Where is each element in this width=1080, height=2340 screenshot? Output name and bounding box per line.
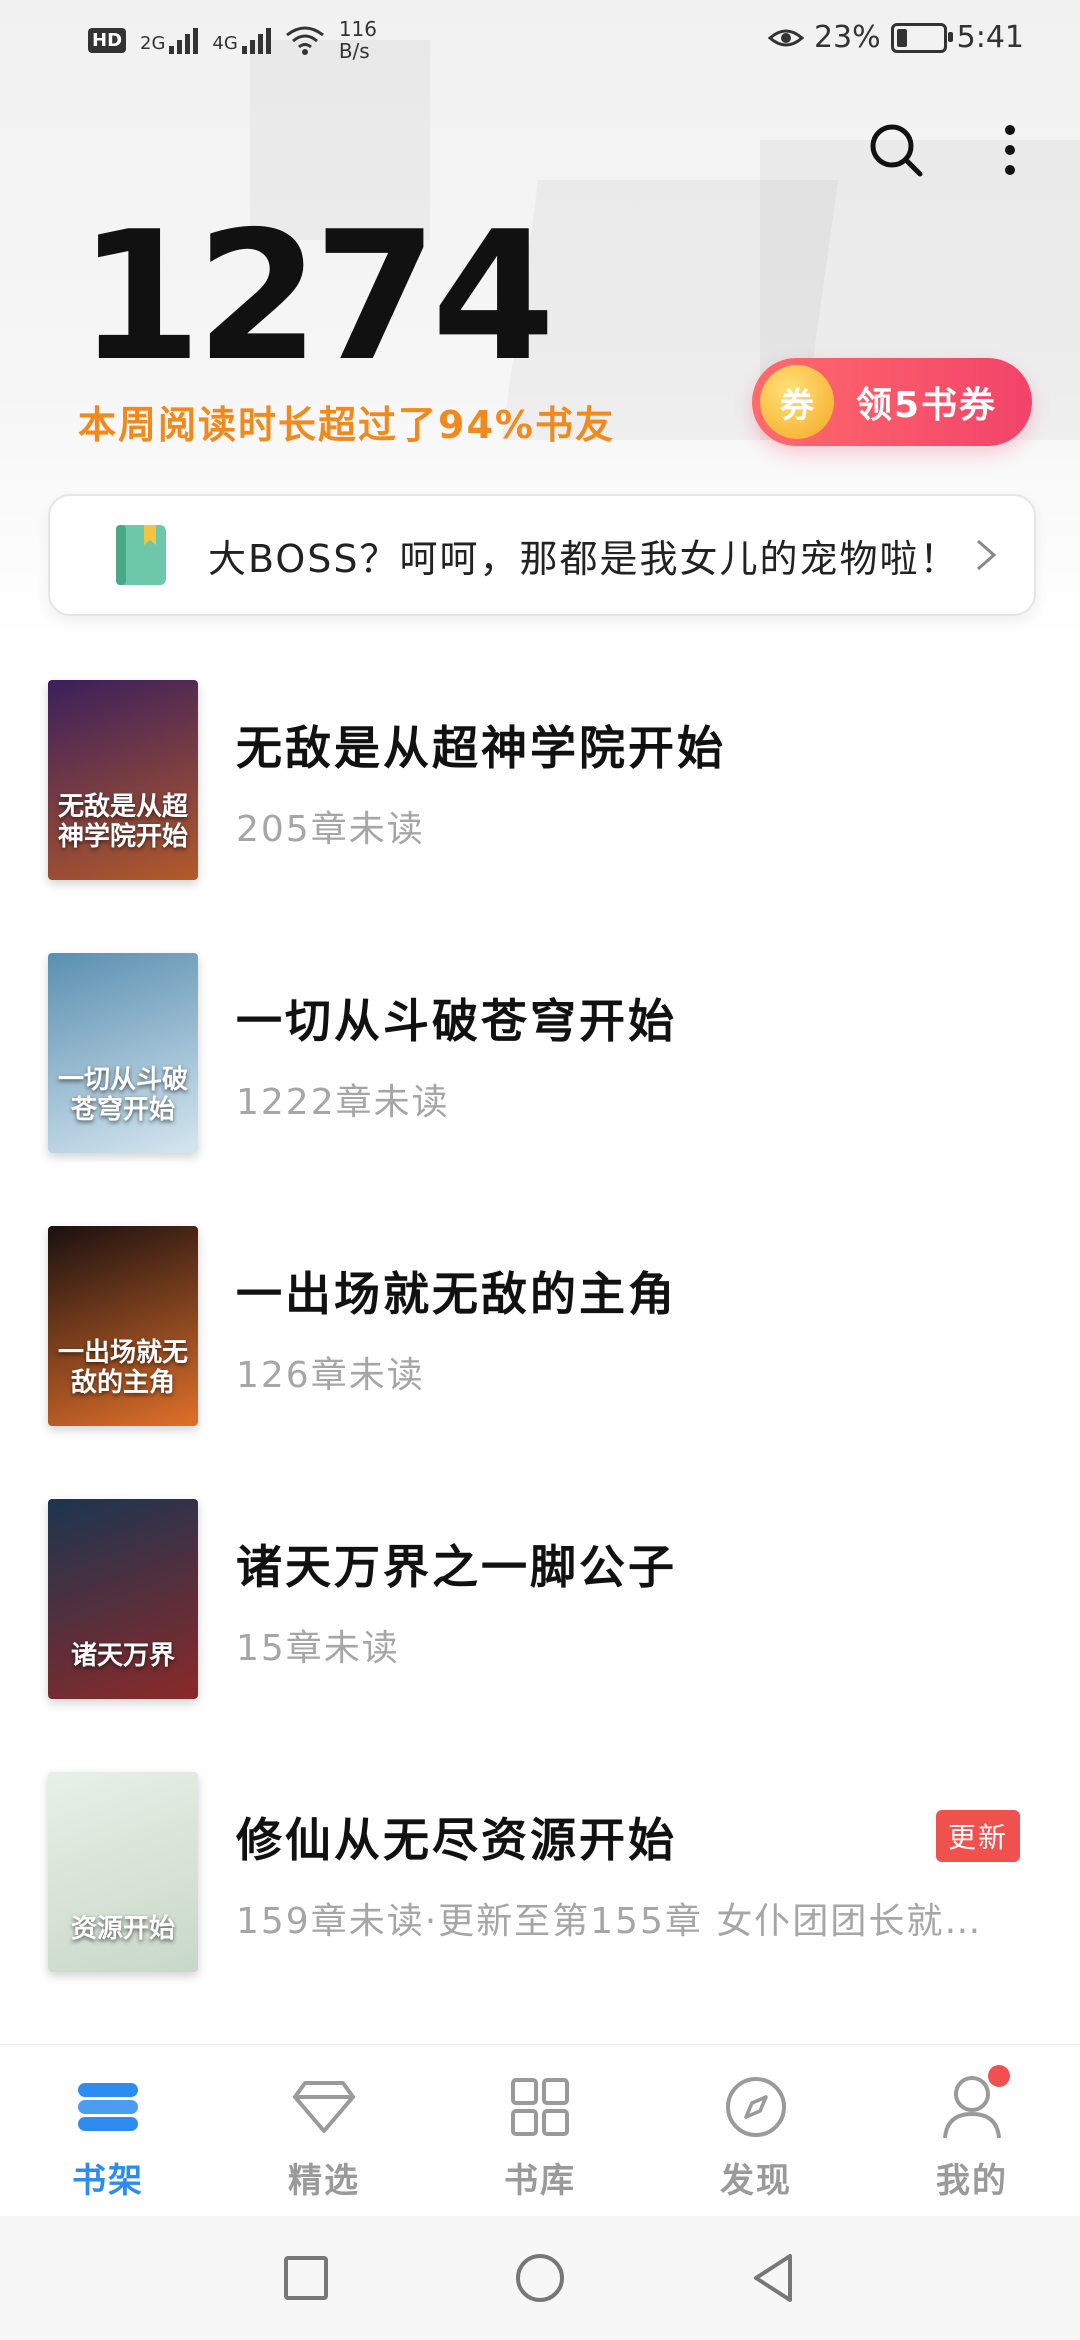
book-title: 一切从斗破苍穹开始: [236, 994, 677, 1048]
book-unread-info: 159章未读·更新至第155章 女仆团团长就…: [236, 1901, 983, 1942]
book-item[interactable]: 诸天万界 诸天万界之一脚公子 15章未读: [0, 1491, 1080, 1764]
book-cover[interactable]: 一切从斗破苍穹开始: [48, 953, 198, 1153]
bookmark-book-icon: [116, 525, 166, 585]
continue-reading-text: 大BOSS？呵呵，那都是我女儿的宠物啦！: [208, 536, 960, 581]
search-icon: [870, 124, 923, 177]
grid-icon: [504, 2071, 576, 2143]
chevron-right-icon: [977, 539, 997, 571]
tab-bookshelf[interactable]: 书架: [0, 2045, 216, 2217]
tab-label: 我的: [936, 2161, 1008, 2201]
book-title: 无敌是从超神学院开始: [236, 721, 726, 775]
notification-dot: [988, 2065, 1010, 2087]
battery-percent: 23%: [813, 20, 881, 55]
update-badge: 更新: [935, 1810, 1020, 1862]
tab-label: 书架: [72, 2161, 144, 2201]
book-item[interactable]: 一切从斗破苍穹开始 一切从斗破苍穹开始 1222章未读: [0, 945, 1080, 1218]
book-unread-info: 1222章未读: [236, 1082, 450, 1123]
continue-reading-card[interactable]: 大BOSS？呵呵，那都是我女儿的宠物啦！: [48, 494, 1036, 616]
hd-indicator: HD: [88, 27, 127, 53]
book-item[interactable]: 资源开始 修仙从无尽资源开始 159章未读·更新至第155章 女仆团团长就… 更…: [0, 1764, 1080, 2037]
compass-icon: [720, 2071, 792, 2143]
book-cover-title: 诸天万界: [70, 1641, 175, 1671]
book-title: 修仙从无尽资源开始: [236, 1813, 677, 1867]
signal-bars-icon: [169, 26, 199, 54]
book-title: 一出场就无敌的主角: [236, 1267, 677, 1321]
battery-icon: [890, 22, 953, 53]
book-cover-title: 一切从斗破苍穹开始: [57, 1065, 188, 1125]
status-bar: HD 2G 4G 116 B/s 23% 5:41: [0, 0, 1080, 80]
more-vertical-icon: [1005, 125, 1015, 175]
book-unread-info: 15章未读: [236, 1628, 400, 1669]
tab-me[interactable]: 我的: [864, 2045, 1080, 2217]
tab-label: 书库: [504, 2161, 576, 2201]
coupon-icon: 券: [760, 365, 834, 439]
tab-featured[interactable]: 精选: [216, 2045, 432, 2217]
tab-label: 发现: [720, 2161, 792, 2201]
more-button[interactable]: [978, 118, 1042, 182]
wifi-icon: [285, 26, 324, 55]
claim-coupon-button[interactable]: 券 领5书券: [752, 358, 1032, 446]
book-title: 诸天万界之一脚公子: [236, 1540, 677, 1594]
book-unread-info: 205章未读: [236, 809, 425, 850]
recents-button[interactable]: [274, 2246, 338, 2310]
bookshelf-list: 无敌是从超神学院开始 无敌是从超神学院开始 205章未读 一切从斗破苍穹开始 一…: [0, 672, 1080, 2037]
recents-square-icon: [284, 2256, 328, 2300]
back-button[interactable]: [742, 2246, 806, 2310]
book-cover-title: 一出场就无敌的主角: [57, 1338, 188, 1398]
signal-4g: 4G: [212, 26, 271, 54]
tab-label: 精选: [288, 2161, 360, 2201]
home-circle-icon: [516, 2254, 564, 2302]
book-cover-title: 资源开始: [70, 1914, 175, 1944]
back-triangle-icon: [754, 2254, 792, 2302]
book-cover[interactable]: 资源开始: [48, 1772, 198, 1972]
tab-discover[interactable]: 发现: [648, 2045, 864, 2217]
home-button[interactable]: [508, 2246, 572, 2310]
book-cover-title: 无敌是从超神学院开始: [57, 792, 188, 852]
network-speed: 116 B/s: [338, 17, 378, 63]
search-button[interactable]: [864, 118, 928, 182]
eye-comfort-icon: [767, 29, 804, 46]
header-actions: [864, 118, 1042, 182]
book-item[interactable]: 一出场就无敌的主角 一出场就无敌的主角 126章未读: [0, 1218, 1080, 1491]
book-item[interactable]: 无敌是从超神学院开始 无敌是从超神学院开始 205章未读: [0, 672, 1080, 945]
book-cover[interactable]: 一出场就无敌的主角: [48, 1226, 198, 1426]
book-cover[interactable]: 无敌是从超神学院开始: [48, 680, 198, 880]
coupon-label: 领5书券: [856, 385, 998, 426]
bottom-tab-bar: 书架 精选 书库 发现 我的: [0, 2044, 1080, 2217]
signal-bars-icon: [241, 26, 271, 54]
bookshelf-icon: [72, 2071, 144, 2143]
book-unread-info: 126章未读: [236, 1355, 425, 1396]
clock: 5:41: [956, 20, 1024, 55]
book-cover[interactable]: 诸天万界: [48, 1499, 198, 1699]
weekly-reading-minutes: 1274: [78, 193, 555, 400]
diamond-icon: [288, 2071, 360, 2143]
system-navigation-bar: [0, 2216, 1080, 2340]
signal-2g: 2G: [140, 26, 199, 54]
battery-level: [896, 28, 907, 47]
tab-library[interactable]: 书库: [432, 2045, 648, 2217]
reading-summary: 本周阅读时长超过了94%书友: [78, 403, 615, 447]
